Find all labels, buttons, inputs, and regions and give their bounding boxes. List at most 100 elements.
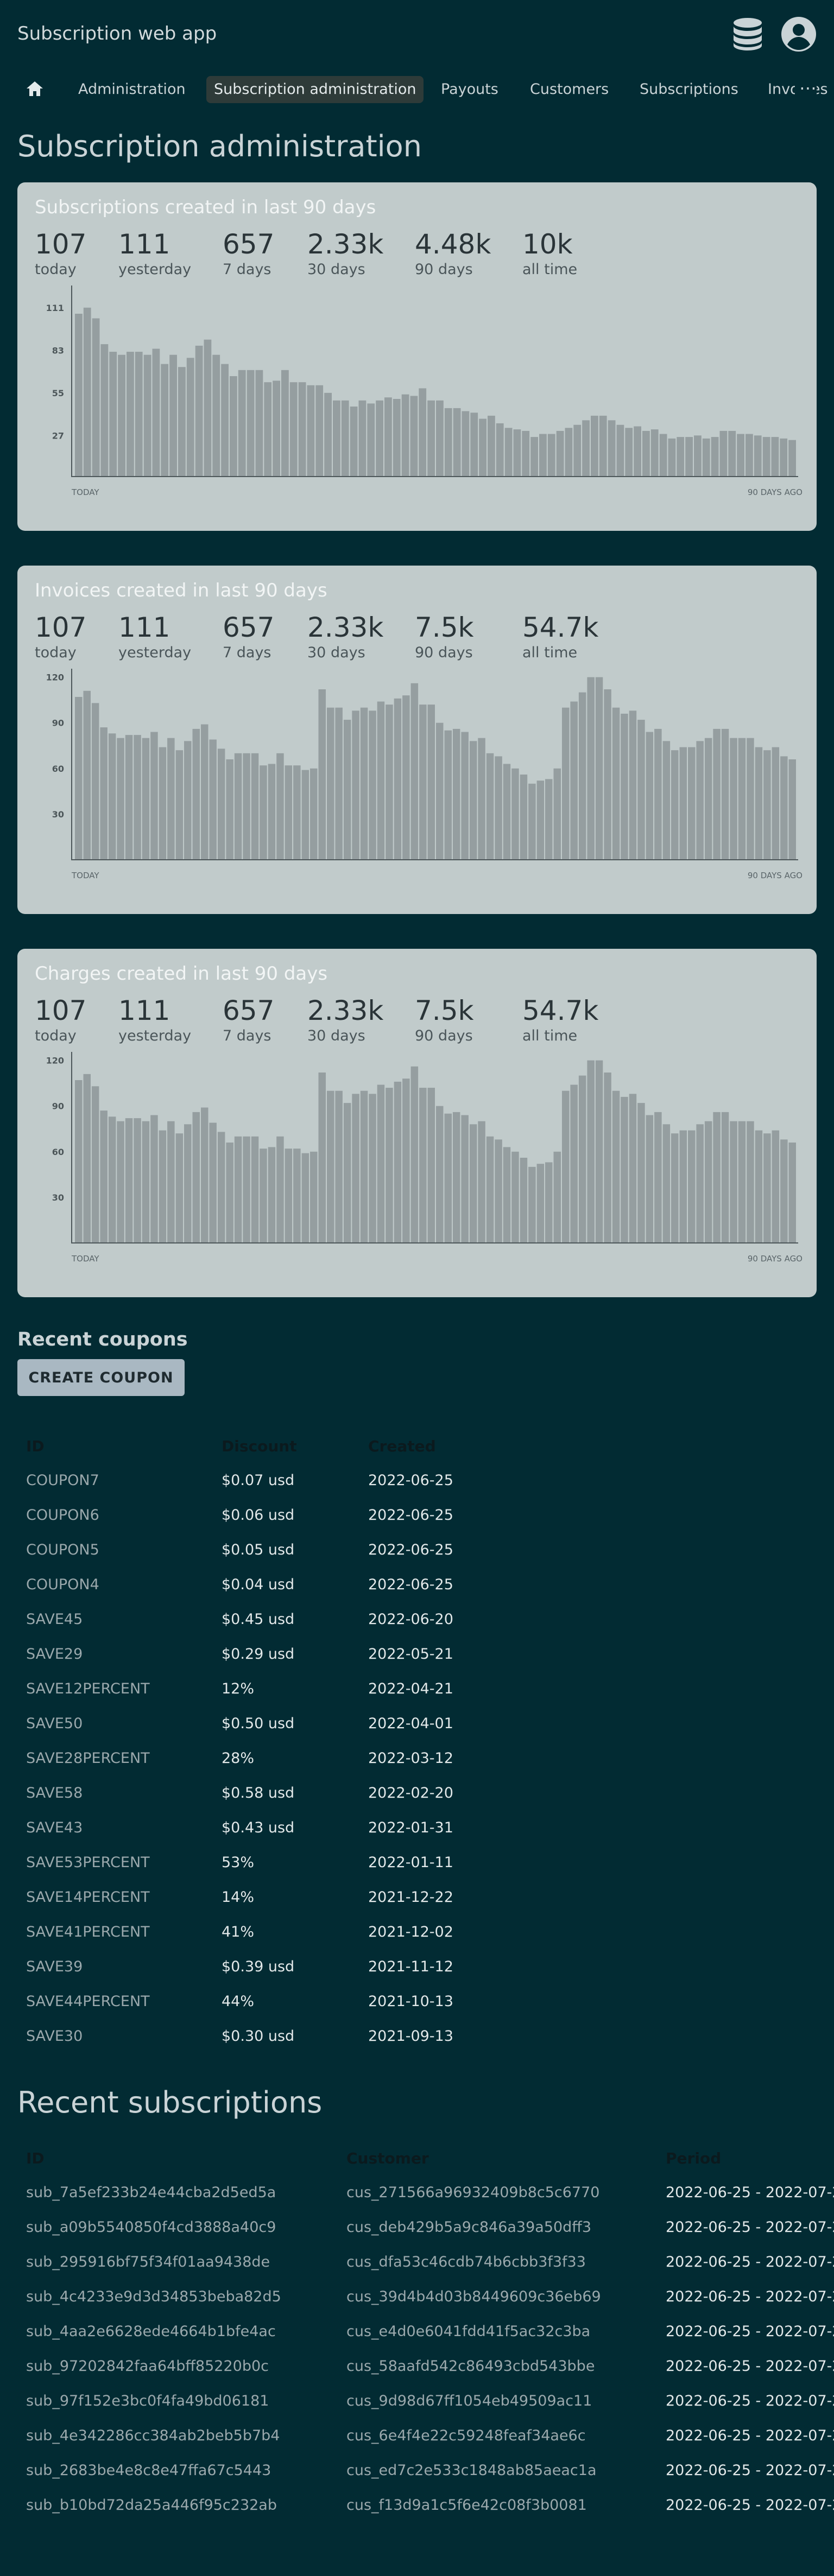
table-cell[interactable]: sub_4c4233e9d3d34853beba82d5 bbox=[26, 2288, 281, 2305]
table-cell[interactable]: sub_a09b5540850f4cd3888a40c9 bbox=[26, 2219, 276, 2236]
home-icon[interactable] bbox=[25, 79, 45, 99]
table-cell[interactable]: sub_b10bd72da25a446f95c232ab bbox=[26, 2497, 277, 2514]
chart-bar bbox=[755, 747, 763, 860]
table-cell[interactable]: SAVE30 bbox=[26, 2028, 83, 2045]
table-cell[interactable]: SAVE43 bbox=[26, 1819, 83, 1836]
chart-bar bbox=[401, 394, 409, 477]
table-cell[interactable]: SAVE44PERCENT bbox=[26, 1993, 150, 2010]
y-tick-label: 83 bbox=[52, 345, 64, 356]
chart-bar bbox=[92, 318, 100, 477]
table-cell[interactable]: SAVE41PERCENT bbox=[26, 1924, 150, 1940]
column-header[interactable]: Created bbox=[368, 1437, 436, 1455]
chart-bar bbox=[511, 1151, 519, 1243]
nav-item-subscriptions[interactable]: Subscriptions bbox=[632, 76, 746, 103]
table-cell[interactable]: sub_7a5ef233b24e44cba2d5ed5a bbox=[26, 2184, 276, 2201]
table-cell[interactable]: COUPON7 bbox=[26, 1472, 99, 1489]
chart-bar bbox=[273, 380, 280, 477]
column-header[interactable]: Discount bbox=[222, 1437, 297, 1455]
chart-bar bbox=[100, 727, 108, 860]
chart-bar bbox=[75, 697, 83, 860]
table-cell[interactable]: sub_2683be4e8c8e47ffa67c5443 bbox=[26, 2462, 271, 2479]
chart-bar bbox=[520, 775, 528, 860]
table-cell: 2022-06-25 - 2022-07-25 bbox=[666, 2497, 834, 2514]
chart-bar bbox=[522, 430, 530, 477]
table-cell[interactable]: SAVE14PERCENT bbox=[26, 1889, 150, 1906]
column-header[interactable]: Period bbox=[666, 2149, 721, 2167]
chart-bar bbox=[495, 1139, 502, 1243]
table-cell[interactable]: SAVE39 bbox=[26, 1958, 83, 1975]
chart-bar bbox=[350, 407, 358, 477]
stat: 111 yesterday bbox=[118, 611, 191, 662]
y-tick-label: 27 bbox=[52, 430, 64, 441]
chart-bar bbox=[318, 1073, 326, 1243]
chart-bar bbox=[341, 400, 349, 477]
create-coupon-button[interactable]: CREATE COUPON bbox=[17, 1359, 185, 1396]
table-cell[interactable]: sub_295916bf75f34f01aa9438de bbox=[26, 2254, 270, 2270]
y-tick-label: 60 bbox=[52, 764, 64, 774]
database-icon[interactable] bbox=[730, 16, 766, 52]
chart-bar bbox=[496, 423, 504, 477]
nav-more-icon[interactable]: ⋯ bbox=[795, 76, 817, 103]
chart-bar bbox=[394, 698, 402, 860]
column-header[interactable]: ID bbox=[26, 2149, 45, 2167]
table-cell: cus_dfa53c46cdb74b6cbb3f3f33 bbox=[346, 2254, 586, 2270]
chart-bar bbox=[536, 1164, 545, 1243]
chart-bar bbox=[310, 1151, 318, 1243]
table-cell: 2021-10-13 bbox=[368, 1993, 453, 2010]
chart-bar bbox=[763, 750, 771, 860]
chart-bar bbox=[402, 1078, 410, 1243]
chart-bar bbox=[335, 707, 343, 860]
chart-bar bbox=[192, 1112, 200, 1243]
chart-bar bbox=[728, 430, 736, 477]
chart-bar bbox=[599, 415, 607, 477]
nav-item-subscription-administration[interactable]: Subscription administration bbox=[206, 76, 424, 103]
table-cell[interactable]: sub_97f152e3bc0f4fa49bd06181 bbox=[26, 2393, 269, 2409]
stat-value: 657 bbox=[223, 995, 275, 1026]
nav-item-administration[interactable]: Administration bbox=[71, 76, 193, 103]
nav-item-customers[interactable]: Customers bbox=[522, 76, 616, 103]
account-circle-icon[interactable] bbox=[781, 16, 817, 52]
chart-bar bbox=[629, 710, 637, 860]
table-cell: 2022-06-25 bbox=[368, 1541, 453, 1558]
chart-bar bbox=[293, 1149, 301, 1243]
table-cell[interactable]: SAVE50 bbox=[26, 1715, 83, 1732]
table-cell[interactable]: sub_4aa2e6628ede4664b1bfe4ac bbox=[26, 2323, 276, 2340]
chart-bar bbox=[255, 370, 263, 477]
chart-bar bbox=[662, 741, 671, 860]
table-cell[interactable]: sub_97202842faa64bff85220b0c bbox=[26, 2358, 269, 2375]
main-nav: Administration Subscription administrati… bbox=[0, 69, 834, 107]
chart-bar bbox=[108, 733, 116, 860]
stat-label: today bbox=[35, 261, 77, 278]
chart-bar bbox=[108, 1116, 116, 1243]
table-cell[interactable]: SAVE45 bbox=[26, 1611, 83, 1628]
column-header[interactable]: ID bbox=[26, 1437, 45, 1455]
chart-bar bbox=[298, 382, 306, 477]
table-cell[interactable]: COUPON5 bbox=[26, 1541, 99, 1558]
chart-bar bbox=[520, 1158, 528, 1243]
table-cell: 2022-06-25 - 2022-07-25 bbox=[666, 2462, 834, 2479]
table-cell[interactable]: SAVE12PERCENT bbox=[26, 1680, 150, 1697]
table-cell: 2022-06-25 bbox=[368, 1507, 453, 1524]
chart-bar bbox=[201, 1107, 208, 1243]
chart-bar bbox=[621, 1096, 628, 1243]
chart-bar bbox=[595, 1060, 603, 1243]
app-header: Subscription web app bbox=[0, 0, 834, 68]
chart-bar bbox=[234, 753, 242, 860]
chart-bar bbox=[301, 1153, 309, 1243]
table-cell[interactable]: COUPON6 bbox=[26, 1507, 99, 1524]
table-cell[interactable]: SAVE58 bbox=[26, 1785, 83, 1801]
chart-bar bbox=[204, 339, 212, 477]
table-cell[interactable]: COUPON4 bbox=[26, 1576, 99, 1593]
chart-bar bbox=[444, 730, 452, 860]
table-cell[interactable]: sub_4e342286cc384ab2beb5b7b4 bbox=[26, 2427, 280, 2444]
table-cell[interactable]: SAVE53PERCENT bbox=[26, 1854, 150, 1871]
chart-bar bbox=[301, 770, 309, 860]
column-header[interactable]: Customer bbox=[346, 2149, 429, 2167]
table-cell: 2022-06-25 - 2022-07-25 bbox=[666, 2184, 834, 2201]
stats-card: 30 60 90 120 TODAY 90 DAYS AGO Invoices create… bbox=[17, 566, 817, 914]
table-cell[interactable]: SAVE28PERCENT bbox=[26, 1750, 150, 1767]
stat-label: all time bbox=[522, 261, 578, 278]
nav-item-payouts[interactable]: Payouts bbox=[433, 76, 506, 103]
table-cell[interactable]: SAVE29 bbox=[26, 1646, 83, 1663]
stat-label: today bbox=[35, 1027, 77, 1044]
